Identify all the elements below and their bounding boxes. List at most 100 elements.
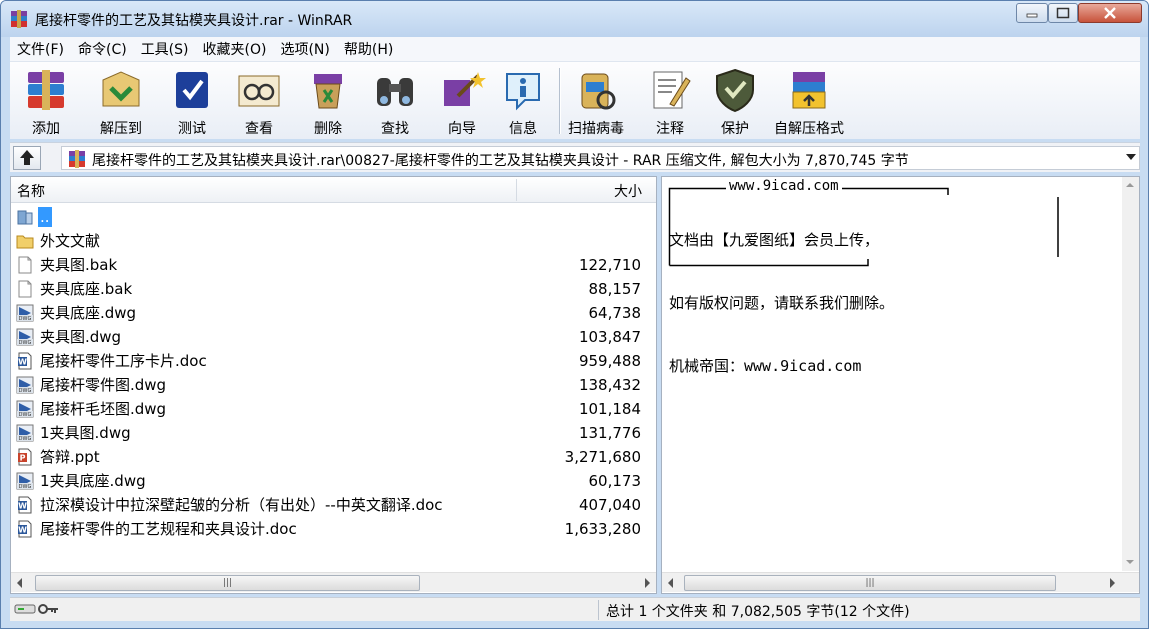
virus-scan-label: 扫描病毒	[568, 121, 624, 137]
file-row[interactable]: DWG 尾接杆零件图.dwg 138,432	[11, 373, 656, 397]
virus-scan-button[interactable]: 扫描病毒	[568, 66, 624, 138]
list-header: 名称 大小	[11, 177, 656, 203]
status-summary: 总计 1 个文件夹 和 7,082,505 字节(12 个文件)	[606, 604, 910, 620]
file-icon	[18, 256, 32, 274]
file-size: 88,157	[588, 280, 642, 298]
minimize-button[interactable]	[1016, 3, 1048, 23]
up-folder-button[interactable]	[13, 146, 41, 170]
scroll-right-icon[interactable]	[645, 578, 650, 588]
info-icon	[506, 73, 540, 111]
sfx-button[interactable]: 自解压格式	[774, 66, 844, 138]
find-label: 查找	[381, 121, 409, 137]
file-size: 138,432	[578, 376, 641, 394]
view-icon	[238, 75, 280, 107]
file-row[interactable]: DWG 1夹具底座.dwg 60,173	[11, 469, 656, 493]
svg-text:W: W	[18, 502, 27, 511]
file-name: 外文文献	[40, 232, 101, 250]
info-label: 信息	[509, 121, 537, 137]
vertical-scrollbar[interactable]	[1122, 177, 1139, 571]
extract-to-button[interactable]: 解压到	[97, 66, 145, 138]
file-name: 夹具底座.bak	[40, 280, 133, 298]
scroll-right-icon[interactable]	[1110, 578, 1115, 588]
file-row[interactable]: P 答辩.ppt 3,271,680	[11, 445, 656, 469]
title-bar[interactable]: 尾接杆零件的工艺及其钻模夹具设计.rar - WinRAR	[1, 1, 1148, 37]
parent-folder-row[interactable]: ..	[11, 205, 656, 229]
wizard-icon	[444, 72, 486, 106]
file-row[interactable]: 夹具图.bak 122,710	[11, 253, 656, 277]
word-doc-icon: W	[18, 520, 32, 538]
status-bar: 总计 1 个文件夹 和 7,082,505 字节(12 个文件)	[10, 597, 1140, 621]
file-row[interactable]: DWG 夹具图.dwg 103,847	[11, 325, 656, 349]
powerpoint-icon: P	[18, 448, 32, 466]
menu-help[interactable]: 帮助(H)	[337, 39, 400, 59]
sfx-icon	[792, 72, 826, 109]
menu-commands[interactable]: 命令(C)	[71, 39, 134, 59]
file-row[interactable]: W 尾接杆零件工序卡片.doc 959,488	[11, 349, 656, 373]
close-button[interactable]	[1078, 3, 1142, 23]
wizard-button[interactable]: 向导	[438, 66, 486, 138]
folder-icon	[16, 235, 34, 249]
test-icon	[176, 72, 208, 108]
test-button[interactable]: 测试	[168, 66, 216, 138]
protect-button[interactable]: 保护	[711, 66, 759, 138]
scrollbar-thumb[interactable]: |||	[684, 575, 1056, 591]
find-button[interactable]: 查找	[371, 66, 419, 138]
menu-tools[interactable]: 工具(S)	[134, 39, 196, 59]
file-size: 101,184	[578, 400, 641, 418]
file-row[interactable]: DWG 夹具底座.dwg 64,738	[11, 301, 656, 325]
address-field[interactable]: 尾接杆零件的工艺及其钻模夹具设计.rar\00827-尾接杆零件的工艺及其钻模夹…	[61, 146, 1140, 170]
up-arrow-icon	[20, 150, 34, 165]
dwg-file-icon: DWG	[16, 376, 34, 394]
file-size: 64,738	[588, 304, 642, 322]
scroll-up-icon[interactable]	[1126, 183, 1134, 187]
menu-file[interactable]: 文件(F)	[10, 39, 71, 59]
delete-button[interactable]: 删除	[304, 66, 352, 138]
horizontal-scrollbar[interactable]: |||	[11, 572, 656, 592]
file-name: 1夹具图.dwg	[40, 424, 131, 442]
comment-line: 如有版权问题，请联系我们删除。	[669, 294, 895, 312]
scroll-left-icon[interactable]	[668, 578, 673, 588]
file-row[interactable]: W 尾接杆零件的工艺规程和夹具设计.doc 1,633,280	[11, 517, 656, 541]
file-row[interactable]: W 拉深模设计中拉深壁起皱的分析（有出处）--中英文翻译.doc 407,040	[11, 493, 656, 517]
file-name: ..	[38, 207, 52, 227]
svg-text:DWG: DWG	[19, 388, 32, 394]
file-row[interactable]: DWG 尾接杆毛坯图.dwg 101,184	[11, 397, 656, 421]
comment-horizontal-scrollbar[interactable]: |||	[662, 572, 1139, 592]
drive-icon[interactable]	[14, 603, 36, 615]
view-button[interactable]: 查看	[235, 66, 283, 138]
scrollbar-thumb[interactable]: |||	[35, 575, 420, 591]
toolbar-separator	[559, 68, 561, 134]
comment-button[interactable]: 注释	[646, 66, 694, 138]
maximize-button[interactable]	[1048, 3, 1078, 23]
wizard-label: 向导	[448, 121, 476, 137]
scroll-left-icon[interactable]	[17, 578, 22, 588]
delete-icon	[314, 74, 342, 109]
svg-text:P: P	[20, 454, 26, 463]
info-button[interactable]: 信息	[499, 66, 547, 138]
menu-options[interactable]: 选项(N)	[273, 39, 336, 59]
extract-to-icon	[102, 71, 140, 107]
dropdown-arrow-icon[interactable]	[1126, 154, 1136, 160]
add-button[interactable]: 添加	[22, 66, 70, 138]
comment-icon	[653, 71, 691, 109]
comment-line: 机械帝国：www.9icad.com	[669, 357, 862, 375]
menu-favorites[interactable]: 收藏夹(O)	[196, 39, 274, 59]
menu-bar: 文件(F) 命令(C) 工具(S) 收藏夹(O) 选项(N) 帮助(H)	[10, 37, 1140, 61]
column-divider[interactable]	[516, 179, 517, 201]
file-name: 尾接杆零件工序卡片.doc	[40, 352, 207, 370]
file-row[interactable]: 夹具底座.bak 88,157	[11, 277, 656, 301]
folder-row[interactable]: 外文文献	[11, 229, 656, 253]
column-header-size[interactable]: 大小	[614, 181, 642, 201]
file-name: 1夹具底座.dwg	[40, 472, 146, 490]
toolbar: 添加 解压到 测试 查看 删除 查找 向导 信息 扫描病毒 注释 保护 自解压格…	[10, 61, 1140, 139]
word-doc-icon: W	[18, 352, 32, 370]
file-row[interactable]: DWG 1夹具图.dwg 131,776	[11, 421, 656, 445]
maximize-icon	[1056, 7, 1070, 19]
protect-icon	[716, 68, 754, 113]
scroll-down-icon[interactable]	[1126, 560, 1134, 564]
address-bar: 尾接杆零件的工艺及其钻模夹具设计.rar\00827-尾接杆零件的工艺及其钻模夹…	[10, 142, 1140, 172]
file-icon	[18, 280, 32, 298]
key-icon[interactable]	[38, 602, 60, 616]
protect-label: 保护	[721, 121, 749, 137]
column-header-name[interactable]: 名称	[17, 181, 45, 201]
